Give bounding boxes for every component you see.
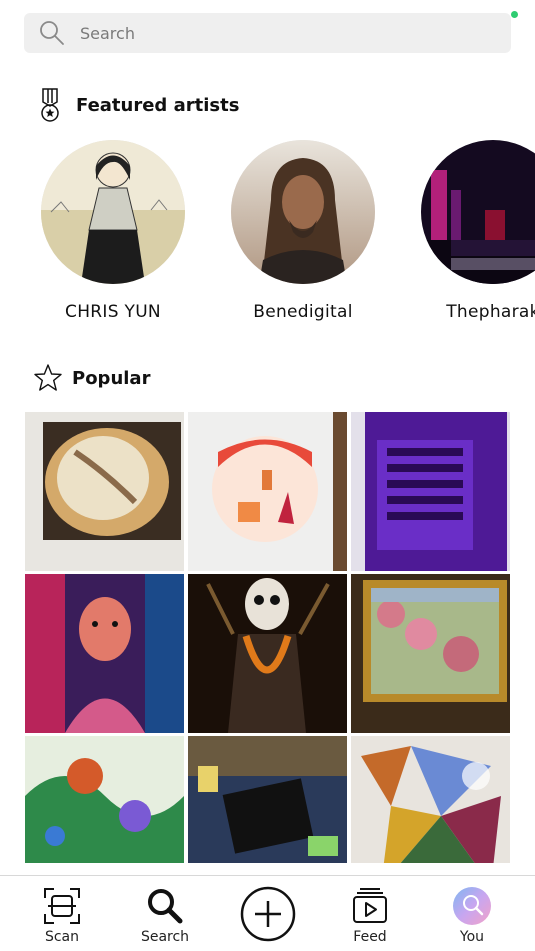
artist-avatar[interactable]: [421, 140, 535, 284]
artwork-thumbnail[interactable]: [188, 736, 347, 863]
tab-scan[interactable]: Scan: [12, 876, 112, 951]
tab-search[interactable]: Search: [115, 876, 215, 951]
artwork-thumbnail[interactable]: [188, 412, 347, 571]
bottom-tab-bar: Scan Search Feed You: [0, 875, 535, 951]
artist-card-thepharak[interactable]: Thepharak: [398, 140, 535, 322]
tab-label: Search: [140, 929, 190, 945]
artist-avatar[interactable]: [41, 140, 185, 284]
search-icon: [40, 21, 64, 45]
artwork-thumbnail[interactable]: [25, 574, 184, 733]
artwork-thumbnail[interactable]: [25, 412, 184, 571]
search-bar[interactable]: [24, 13, 511, 53]
search-icon: [148, 889, 183, 924]
popular-title: Popular: [72, 367, 151, 389]
search-input[interactable]: [80, 23, 460, 43]
artist-name: Benedigital: [253, 302, 353, 322]
artwork-thumbnail[interactable]: [25, 736, 184, 863]
artwork-thumbnail[interactable]: [188, 574, 347, 733]
tab-label: Scan: [44, 929, 80, 945]
featured-artists-header: Featured artists: [38, 88, 239, 122]
add-circle-icon: [240, 886, 296, 942]
popular-header: Popular: [33, 363, 150, 393]
tab-label: You: [459, 929, 485, 945]
star-icon: [34, 364, 62, 391]
tab-label: Feed: [353, 929, 387, 945]
feed-icon: [353, 888, 387, 923]
featured-artists-list: CHRIS YUN Benedigital Thepharak: [0, 140, 535, 330]
tab-you[interactable]: You: [422, 876, 522, 951]
scan-icon: [44, 888, 80, 924]
medal-icon: [41, 88, 59, 122]
artist-card-benedigital[interactable]: Benedigital: [208, 140, 398, 322]
artwork-thumbnail[interactable]: [351, 412, 510, 571]
profile-avatar-icon: [453, 887, 491, 925]
status-dot: [511, 11, 518, 18]
artist-name: CHRIS YUN: [65, 302, 161, 322]
tab-add[interactable]: [218, 876, 318, 951]
artist-name: Thepharak: [446, 302, 535, 322]
popular-artworks-grid: [25, 412, 511, 863]
artwork-thumbnail[interactable]: [351, 736, 510, 863]
tab-feed[interactable]: Feed: [320, 876, 420, 951]
artwork-thumbnail[interactable]: [351, 574, 510, 733]
featured-artists-title: Featured artists: [76, 94, 240, 116]
artist-card-chris-yun[interactable]: CHRIS YUN: [18, 140, 208, 322]
artist-avatar[interactable]: [231, 140, 375, 284]
